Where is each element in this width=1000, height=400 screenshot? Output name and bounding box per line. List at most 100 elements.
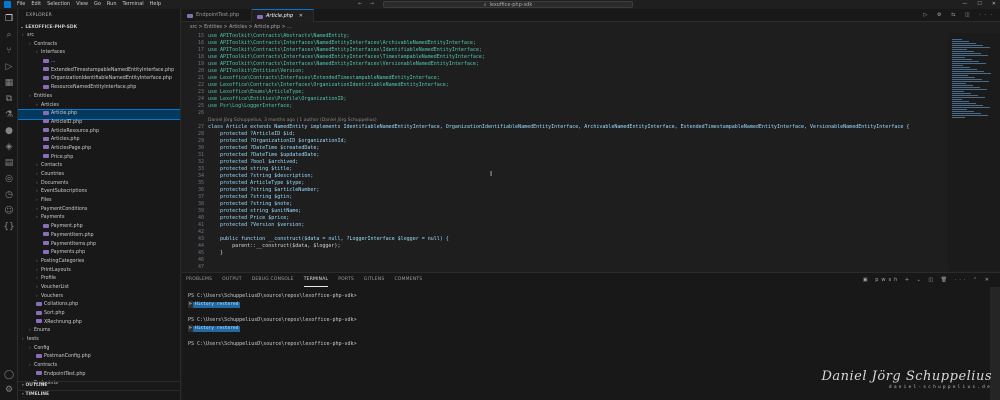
json-icon[interactable]: {} (3, 221, 15, 233)
tree-folder[interactable]: › Documents (18, 180, 180, 189)
tab-terminal[interactable]: TERMINAL (303, 273, 329, 287)
explorer-icon[interactable]: ❐ (3, 13, 15, 25)
minimize-button[interactable]: — (962, 0, 967, 9)
account-icon[interactable]: ◯ (3, 369, 15, 381)
tree-folder[interactable]: › Entities (18, 93, 180, 102)
breadcrumb[interactable]: src > Entities > Articles > Article.php … (182, 23, 942, 33)
tree-item-label: src (27, 33, 35, 38)
extensions-icon[interactable]: ▦ (3, 77, 15, 89)
docker-icon[interactable]: ▤ (3, 157, 15, 169)
run-debug-icon[interactable]: ▷ (3, 61, 15, 73)
maximize-button[interactable]: ☐ (977, 0, 981, 9)
code-line: 17 use APIToolkit\Contracts\Interfaces\Na… (182, 47, 482, 54)
tree-file[interactable]: Payment.php (18, 223, 180, 232)
tree-folder[interactable]: › PostingCategories (18, 258, 180, 267)
tree-file[interactable]: Price.php (18, 154, 180, 163)
tree-file[interactable]: Articles.php (18, 136, 180, 145)
tree-folder[interactable]: › PrintLayouts (18, 267, 180, 276)
menu-item-edit[interactable]: Edit (31, 0, 41, 9)
tree-file[interactable]: ArticleResource.php (18, 128, 180, 137)
tree-folder[interactable]: › Payments (18, 214, 180, 223)
menu-item-view[interactable]: View (76, 0, 88, 9)
tree-folder[interactable]: › Files (18, 197, 180, 206)
tab-article[interactable]: Article.php ✕ (252, 9, 314, 22)
timeline-icon[interactable]: ◷ (3, 189, 15, 201)
tree-file[interactable]: ArticlesPage.php (18, 145, 180, 154)
tree-folder[interactable]: › src (18, 32, 180, 41)
line-number: 45 (197, 250, 204, 256)
menu-item-go[interactable]: Go (94, 0, 101, 9)
remote-icon[interactable]: ⧉ (3, 93, 15, 105)
editor-actions[interactable]: ▷ ⚙ ⇆ ◫ ··· (924, 12, 996, 18)
php-file-icon (43, 145, 49, 150)
tree-file[interactable]: Collations.php (18, 301, 180, 310)
menu-item-selection[interactable]: Selection (47, 0, 70, 9)
code-editor[interactable]: 15 use APIToolkit\Contracts\Abstracts\Nam… (182, 33, 942, 271)
codelens-annotation[interactable]: Daniel Jörg Schuppelius, 3 months ago | … (182, 117, 377, 124)
menu-item-run[interactable]: Run (107, 0, 117, 9)
tab-comments[interactable]: COMMENTS (394, 273, 422, 287)
code-line: 41 protected ?Version $version; (182, 222, 304, 229)
tree-folder[interactable]: › tests (18, 336, 180, 345)
tree-folder[interactable]: › Contacts (18, 162, 180, 171)
timeline-section[interactable]: › TIMELINE (18, 390, 180, 398)
search-icon[interactable]: ⌕ (3, 29, 15, 41)
nav-arrows[interactable]: ← → (358, 1, 377, 7)
tree-folder[interactable]: › Vouchers (18, 293, 180, 302)
tree-folder[interactable]: › Config (18, 345, 180, 354)
tree-folder[interactable]: › Contracts (18, 41, 180, 50)
tree-folder[interactable]: › Enums (18, 327, 180, 336)
tree-folder[interactable]: › EventSubscriptions (18, 188, 180, 197)
tree-folder[interactable]: › Contracts (18, 362, 180, 371)
tab-problems[interactable]: PROBLEMS (186, 273, 212, 287)
command-center[interactable]: ⌕ lexoffice-php-sdk (383, 1, 633, 8)
tree-file[interactable]: Payments.php (18, 249, 180, 258)
outline-section[interactable]: › OUTLINE (18, 381, 180, 389)
tab-endpointtest[interactable]: EndpointTest.php (182, 9, 252, 22)
database-icon[interactable]: ◎ (3, 173, 15, 185)
history-restored-badge: History restored (193, 326, 241, 332)
tree-folder[interactable]: › Countries (18, 171, 180, 180)
settings-gear-icon[interactable]: ⚙ (3, 384, 15, 396)
tree-file[interactable]: OrganizationIdentifiableNamedEntityInter… (18, 75, 180, 84)
testing-icon[interactable]: ⚗ (3, 109, 15, 121)
tab-output[interactable]: OUTPUT (222, 273, 242, 287)
tree-file[interactable]: PaymentItem.php (18, 232, 180, 241)
panel-actions[interactable]: ▣ pwsh + ⌄ ◫ 🗑 ··· ⌃ ✕ (863, 277, 992, 283)
minimap[interactable] (948, 33, 1000, 271)
tree-file[interactable]: Article.php (18, 109, 180, 120)
tree-file[interactable]: ExtendedTimestampableNamedEntityInterfac… (18, 67, 180, 76)
github-icon[interactable]: ● (3, 125, 15, 137)
tree-file[interactable]: PostmanConfig.php (18, 353, 180, 362)
tab-debug-console[interactable]: DEBUG CONSOLE (252, 273, 294, 287)
close-tab-icon[interactable]: ✕ (299, 13, 303, 19)
code-text: public function __construct($data = null… (208, 236, 449, 242)
menu-item-file[interactable]: File (17, 0, 25, 9)
tree-file[interactable]: EndpointTest.php (18, 371, 180, 380)
tree-folder[interactable]: › PaymentConditions (18, 206, 180, 215)
tree-file[interactable]: ResourceNamedEntityInterface.php (18, 84, 180, 93)
code-text: use APIToolkit\Contracts\Interfaces\Name… (208, 54, 485, 60)
menu-item-help[interactable]: Help (150, 0, 161, 9)
tree-file[interactable]: ArticleID.php (18, 119, 180, 128)
copilot-icon[interactable]: ☺ (3, 205, 15, 217)
tree-file[interactable]: XRechnung.php (18, 319, 180, 328)
tab-ports[interactable]: PORTS (338, 273, 354, 287)
project-root[interactable]: ⌄ LEXOFFICE-PHP-SDK (18, 23, 180, 32)
tree-folder[interactable]: › VoucherList (18, 284, 180, 293)
add-terminal-button[interactable]: + ⌄ ◫ 🗑 ··· ⌃ ✕ (905, 277, 992, 283)
tree-file[interactable]: PaymentItems.php (18, 241, 180, 250)
tab-gitlens[interactable]: GITLENS (364, 273, 385, 287)
tree-file[interactable]: Sort.php (18, 310, 180, 319)
tree-folder[interactable]: › Profile (18, 275, 180, 284)
menu-item-terminal[interactable]: Terminal (123, 0, 144, 9)
tree-folder[interactable]: › Interfaces (18, 49, 180, 58)
tree-folder[interactable]: › Articles (18, 102, 180, 111)
gitlens-icon[interactable]: ◈ (3, 141, 15, 153)
tree-file[interactable]: ... (18, 58, 180, 67)
source-control-icon[interactable]: ⑂ (3, 45, 15, 57)
close-button[interactable]: ✕ (992, 0, 996, 9)
php-file-icon (36, 319, 42, 324)
code-text: use APIToolkit\Contracts\Interfaces\Name… (208, 40, 476, 46)
terminal-prompt: PS C:\Users\SchuppeliusD\source\repos\le… (188, 341, 357, 347)
